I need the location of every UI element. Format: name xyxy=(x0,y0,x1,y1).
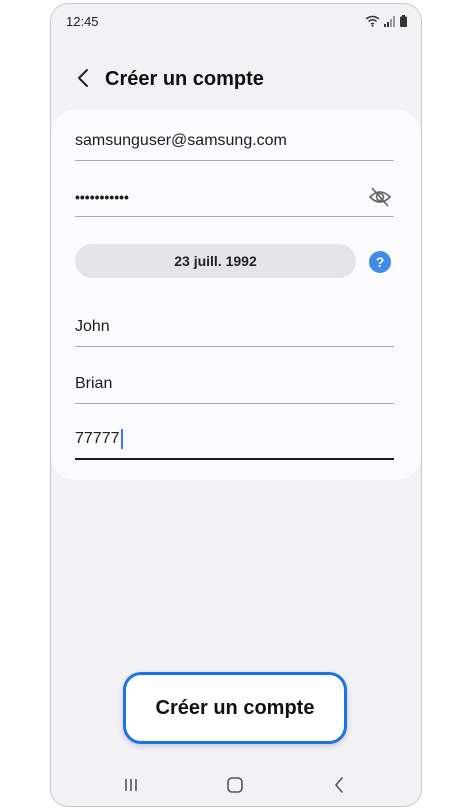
back-button[interactable] xyxy=(69,66,97,94)
recents-icon[interactable] xyxy=(119,774,143,796)
password-field[interactable]: ••••••••••• xyxy=(75,178,394,217)
zip-code-value: 77777 xyxy=(75,430,120,447)
home-icon[interactable] xyxy=(223,774,247,796)
birth-date-button[interactable]: 23 juill. 1992 xyxy=(75,244,356,278)
app-bar: Créer un compte xyxy=(51,60,421,100)
phone-screen: 12:45 Créer un compte samsunguser@samsun… xyxy=(50,3,422,807)
password-value: ••••••••••• xyxy=(75,189,129,205)
text-cursor xyxy=(120,429,123,449)
first-name-value: John xyxy=(75,318,110,335)
create-account-label: Créer un compte xyxy=(155,696,315,719)
create-account-button[interactable]: Créer un compte xyxy=(123,672,347,744)
form-card: samsunguser@samsung.com ••••••••••• 23 j… xyxy=(51,110,421,480)
wifi-icon xyxy=(365,14,380,32)
eye-off-icon[interactable] xyxy=(368,186,392,208)
status-bar: 12:45 xyxy=(51,4,421,38)
question-mark-icon[interactable]: ? xyxy=(369,251,391,273)
birth-date-value: 23 juill. 1992 xyxy=(174,253,257,269)
last-name-field[interactable]: Brian xyxy=(75,365,394,404)
navigation-bar xyxy=(51,764,421,806)
status-time: 12:45 xyxy=(66,14,99,29)
status-icons xyxy=(365,14,407,32)
zip-code-field[interactable]: 77777 xyxy=(75,420,394,460)
signal-icon xyxy=(384,14,396,32)
page-title: Créer un compte xyxy=(105,68,264,90)
chevron-left-icon xyxy=(77,68,89,93)
last-name-value: Brian xyxy=(75,375,113,392)
email-field[interactable]: samsunguser@samsung.com xyxy=(75,122,394,161)
first-name-field[interactable]: John xyxy=(75,308,394,347)
battery-icon xyxy=(400,14,407,32)
email-value: samsunguser@samsung.com xyxy=(75,132,287,149)
back-icon[interactable] xyxy=(327,774,351,796)
